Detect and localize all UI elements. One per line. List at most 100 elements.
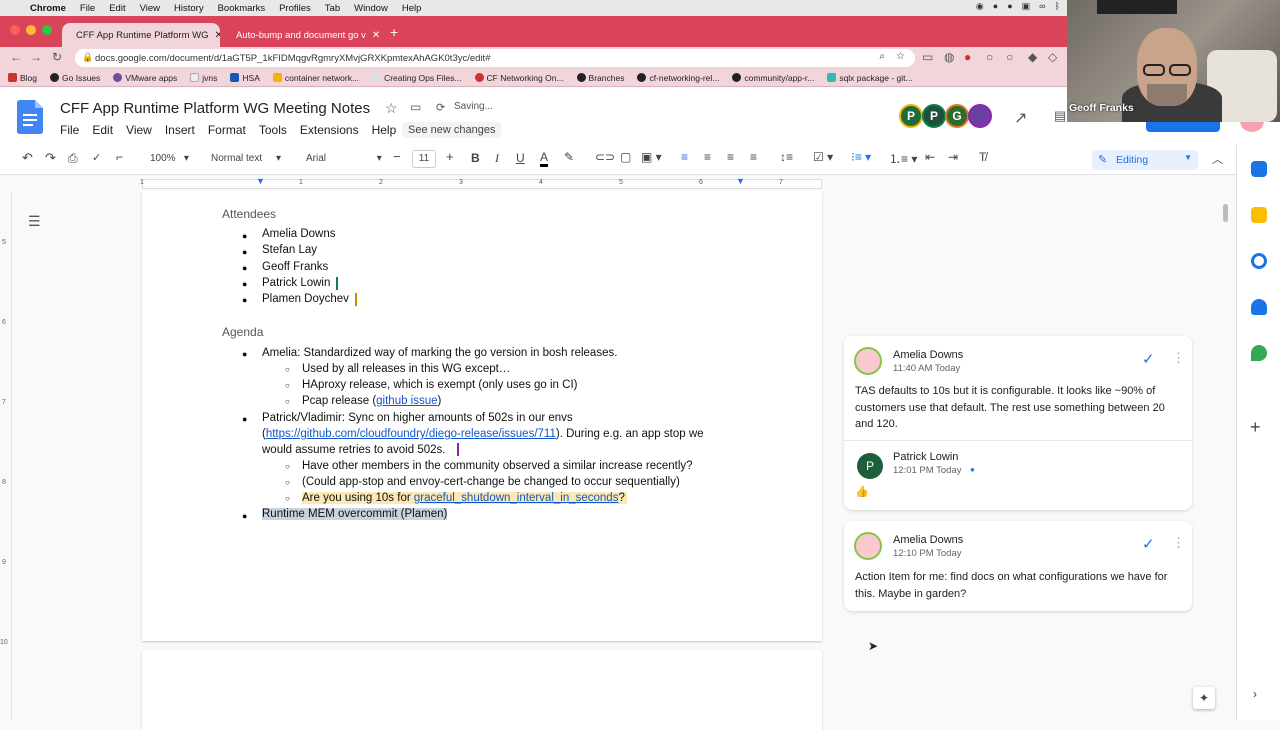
clear-formatting-icon[interactable]: T̸ bbox=[979, 150, 986, 164]
bookmark-item[interactable]: Creating Ops Files... bbox=[372, 73, 462, 83]
menu-insert[interactable]: Insert bbox=[165, 123, 195, 137]
document-title[interactable]: CFF App Runtime Platform WG Meeting Note… bbox=[60, 100, 370, 117]
extension-icon[interactable]: ○ bbox=[1006, 50, 1013, 64]
zoom-select[interactable]: 100% ▾ bbox=[150, 153, 189, 164]
tab-docs[interactable]: CFF App Runtime Platform WG ✕ bbox=[62, 23, 220, 47]
bookmark-item[interactable]: Blog bbox=[8, 73, 37, 83]
menu-file[interactable]: File bbox=[80, 3, 95, 14]
bookmark-item[interactable]: cf-networking-rel... bbox=[637, 73, 719, 83]
menu-bookmarks[interactable]: Bookmarks bbox=[218, 3, 266, 14]
comment-history-icon[interactable]: ▤ bbox=[1054, 108, 1066, 124]
document-page[interactable]: Attendees ● Amelia Downs ● Stefan Lay ● … bbox=[142, 191, 822, 641]
new-tab-icon[interactable]: + bbox=[390, 24, 398, 40]
tasks-icon[interactable] bbox=[1251, 253, 1267, 269]
comment-thread[interactable]: Amelia Downs 12:10 PM Today ✓ ⋮ Action I… bbox=[844, 521, 1192, 611]
zoom-icon[interactable]: ⌕ bbox=[879, 51, 885, 62]
add-addon-icon[interactable]: + bbox=[1250, 417, 1261, 438]
more-options-icon[interactable]: ⋮ bbox=[1172, 535, 1185, 551]
italic-button[interactable]: I bbox=[495, 151, 499, 166]
menu-app-name[interactable]: Chrome bbox=[30, 3, 66, 14]
underline-button[interactable]: U bbox=[516, 151, 525, 165]
extension-icon[interactable]: ▭ bbox=[922, 50, 933, 64]
star-icon[interactable]: ☆ bbox=[385, 100, 398, 117]
github-issue-link[interactable]: github issue bbox=[376, 395, 437, 407]
glasses-icon[interactable]: ∞ bbox=[1039, 1, 1045, 12]
insert-image-icon[interactable]: ▣ ▾ bbox=[641, 150, 662, 164]
paint-format-icon[interactable]: ⌐ bbox=[116, 150, 123, 164]
globe-icon[interactable]: ◉ bbox=[976, 1, 984, 12]
expand-panel-icon[interactable]: › bbox=[1253, 687, 1257, 701]
close-tab-icon[interactable]: ✕ bbox=[372, 30, 380, 41]
bookmark-item[interactable]: Go Issues bbox=[50, 73, 100, 83]
menu-format[interactable]: Format bbox=[208, 123, 246, 137]
menu-edit[interactable]: Edit bbox=[109, 3, 125, 14]
lock-icon[interactable]: ▣ bbox=[1022, 1, 1031, 12]
menu-history[interactable]: History bbox=[174, 3, 204, 14]
bold-button[interactable]: B bbox=[471, 151, 480, 165]
graceful-shutdown-link[interactable]: graceful_shutdown_interval_in_seconds bbox=[414, 492, 619, 504]
menu-view[interactable]: View bbox=[140, 3, 160, 14]
bluetooth-icon[interactable]: ᛒ bbox=[1055, 1, 1060, 12]
checklist-icon[interactable]: ☑ ▾ bbox=[813, 150, 833, 164]
right-indent-marker[interactable]: ▼ bbox=[736, 176, 745, 186]
docs-logo-icon[interactable] bbox=[17, 100, 43, 134]
extension-icon[interactable]: ○ bbox=[986, 50, 993, 64]
align-right-icon[interactable]: ≡ bbox=[727, 150, 734, 164]
close-window-icon[interactable] bbox=[10, 25, 20, 35]
increase-font-size-button[interactable]: + bbox=[446, 149, 454, 164]
document-page-2[interactable] bbox=[142, 650, 822, 730]
menu-help[interactable]: Help bbox=[402, 3, 422, 14]
record-icon[interactable]: ● bbox=[1007, 1, 1012, 12]
bookmark-item[interactable]: jvns bbox=[190, 73, 217, 83]
tab-github[interactable]: Auto-bump and document go v ✕ bbox=[222, 23, 382, 47]
keep-icon[interactable] bbox=[1251, 207, 1267, 223]
forward-icon[interactable]: → bbox=[30, 50, 42, 64]
contacts-icon[interactable] bbox=[1251, 299, 1267, 315]
justify-icon[interactable]: ≡ bbox=[750, 150, 757, 164]
editing-mode-select[interactable]: ✎ Editing ▼ bbox=[1092, 150, 1198, 170]
menu-file[interactable]: File bbox=[60, 123, 79, 137]
extension-icon[interactable]: ◇ bbox=[1048, 50, 1057, 64]
document-outline-icon[interactable]: ☰ bbox=[28, 213, 41, 230]
numbered-list-icon[interactable]: ⒈≡ ▾ bbox=[889, 150, 917, 167]
extension-icon[interactable]: ● bbox=[964, 50, 971, 64]
link-icon[interactable]: ⊂⊃ bbox=[595, 150, 615, 164]
increase-indent-icon[interactable]: ⇥ bbox=[948, 150, 958, 164]
address-bar[interactable]: 🔒 docs.google.com/document/d/1aGT5P_1kFI… bbox=[75, 49, 915, 67]
extension-icon[interactable]: ◆ bbox=[1028, 50, 1037, 64]
spellcheck-icon[interactable]: ✓ bbox=[92, 151, 101, 164]
redo-icon[interactable]: ↷ bbox=[45, 150, 56, 166]
font-select[interactable]: Arial ▾ bbox=[306, 153, 382, 164]
more-options-icon[interactable]: ⋮ bbox=[1172, 350, 1185, 366]
print-icon[interactable]: ⎙ bbox=[68, 151, 78, 166]
indent-marker[interactable]: ▼ bbox=[256, 176, 265, 186]
decrease-indent-icon[interactable]: ⇤ bbox=[925, 150, 935, 164]
reload-icon[interactable]: ↻ bbox=[52, 50, 62, 64]
extension-icon[interactable]: ◍ bbox=[944, 50, 954, 64]
menu-profiles[interactable]: Profiles bbox=[279, 3, 311, 14]
bulleted-list-icon[interactable]: ⁝≡ ▾ bbox=[851, 150, 871, 164]
move-folder-icon[interactable]: ▭ bbox=[410, 100, 421, 114]
text-color-button[interactable]: A bbox=[540, 150, 549, 167]
app-status-icon[interactable]: ● bbox=[993, 1, 998, 12]
collaborator-avatar[interactable] bbox=[968, 104, 992, 128]
maps-icon[interactable] bbox=[1251, 345, 1267, 361]
maximize-window-icon[interactable] bbox=[42, 25, 52, 35]
menu-edit[interactable]: Edit bbox=[92, 123, 113, 137]
activity-trend-icon[interactable]: ↗ bbox=[1014, 108, 1027, 128]
undo-icon[interactable]: ↶ bbox=[22, 150, 33, 166]
menu-tab[interactable]: Tab bbox=[325, 3, 340, 14]
line-spacing-icon[interactable]: ↕≡ bbox=[780, 150, 793, 164]
highlight-color-icon[interactable]: ✎ bbox=[564, 150, 574, 164]
collaborator-avatar[interactable]: P bbox=[899, 104, 923, 128]
bookmark-item[interactable]: sqlx package - git... bbox=[827, 73, 913, 83]
ruler-track[interactable]: 1 1 2 3 4 5 6 7 ▼ ▼ bbox=[140, 176, 822, 189]
bookmark-item[interactable]: community/app-r... bbox=[732, 73, 814, 83]
menu-view[interactable]: View bbox=[126, 123, 152, 137]
align-left-icon[interactable]: ≡ bbox=[681, 150, 688, 164]
see-new-changes-button[interactable]: See new changes bbox=[402, 122, 502, 138]
align-center-icon[interactable]: ≡ bbox=[704, 150, 711, 164]
style-select[interactable]: Normal text ▾ bbox=[211, 153, 281, 164]
resolve-checkmark-icon[interactable]: ✓ bbox=[1142, 535, 1155, 553]
add-comment-icon[interactable]: ▢ bbox=[620, 150, 631, 164]
